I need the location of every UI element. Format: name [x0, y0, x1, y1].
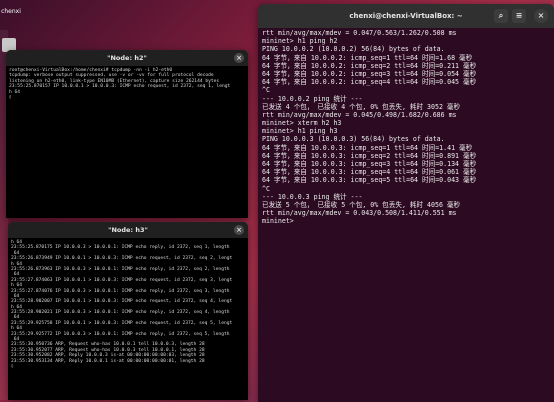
close-icon[interactable]: ×	[234, 53, 244, 63]
main-terminal-titlebar[interactable]: chenxi@chenxi-VirtualBox: ~ ⌕ ≡ ×	[258, 4, 554, 28]
terminal-line: 23:55:26.873949 IP 10.0.0.1 > 10.0.0.3: …	[11, 256, 233, 262]
main-terminal-output[interactable]: rtt min/avg/max/mdev = 0.047/0.563/1.262…	[258, 28, 554, 227]
terminal-line: 已发送 5 个包， 已接收 5 个包, 0% 包丢失, 耗时 4056 毫秒	[262, 200, 461, 209]
terminal-line: 已发送 4 个包， 已接收 4 个包, 0% 包丢失, 耗时 3052 毫秒	[262, 102, 461, 111]
terminal-line: 64 字节，来自 10.0.0.2: icmp_seq=4 ttl=64 时间=…	[262, 78, 477, 87]
terminal-line: 23:55:25.870157 IP 10.0.0.1 > 10.0.0.3: …	[9, 84, 231, 90]
desktop-home-label[interactable]: chenxi	[0, 8, 22, 15]
node-h3-window[interactable]: "Node: h3" × h 64 23:55:25.870175 IP 10.0…	[8, 222, 248, 400]
terminal-line: 64 字节，来自 10.0.0.2: icmp_seq=1 ttl=64 时间=…	[262, 53, 473, 62]
terminal-line: rtt min/avg/max/mdev = 0.045/0.498/1.682…	[262, 110, 457, 119]
menu-icon[interactable]: ≡	[512, 9, 526, 23]
search-icon[interactable]: ⌕	[494, 9, 508, 23]
terminal-line: 64 字节，来自 10.0.0.3: icmp_seq=3 ttl=64 时间=…	[262, 160, 477, 168]
terminal-line: 23:55:29.925772 IP 10.0.0.3 > 10.0.0.1: …	[11, 331, 230, 337]
terminal-line: 23:55:28.902021 IP 10.0.0.3 > 10.0.0.1: …	[11, 310, 230, 316]
terminal-line: 64 字节，来自 10.0.0.3: icmp_seq=1 ttl=64 时间=…	[262, 143, 473, 152]
node-h2-titlebar[interactable]: "Node: h2" ×	[6, 50, 248, 66]
terminal-line: 64 字节，来自 10.0.0.3: icmp_seq=5 ttl=64 时间=…	[262, 176, 477, 185]
terminal-line: 23:55:26.873963 IP 10.0.0.3 > 10.0.0.1: …	[11, 266, 230, 272]
close-icon[interactable]: ×	[534, 9, 548, 23]
terminal-line: 23:55:27.874063 IP 10.0.0.1 > 10.0.0.3: …	[11, 277, 233, 283]
terminal-line: ^C	[262, 184, 270, 193]
terminal-line: 23:55:27.874076 IP 10.0.0.3 > 10.0.0.1: …	[11, 288, 230, 294]
terminal-line: ▯	[11, 363, 14, 369]
close-icon[interactable]: ×	[234, 225, 244, 235]
terminal-line: PING 10.0.0.2 (10.0.0.2) 56(84) bytes of…	[262, 45, 445, 54]
node-h3-titlebar[interactable]: "Node: h3" ×	[8, 222, 248, 238]
terminal-line: 23:55:28.902007 IP 10.0.0.1 > 10.0.0.3: …	[11, 299, 233, 305]
terminal-line: mininet> h1 ping h3	[262, 127, 338, 136]
node-h2-title: "Node: h2"	[107, 54, 147, 62]
terminal-line: --- 10.0.0.2 ping 统计 ---	[262, 94, 363, 103]
terminal-line: 64 字节，来自 10.0.0.2: icmp_seq=3 ttl=64 时间=…	[262, 69, 477, 78]
node-h3-output[interactable]: h 64 23:55:25.870175 IP 10.0.0.3 > 10.0.0…	[8, 238, 248, 400]
terminal-line: 23:55:25.870175 IP 10.0.0.3 > 10.0.0.1: …	[11, 245, 230, 251]
terminal-line: --- 10.0.0.3 ping 统计 ---	[262, 192, 363, 201]
terminal-line: ▯	[9, 94, 12, 100]
terminal-line: tcpdump: verbose output suppressed, use …	[9, 73, 214, 79]
terminal-line: 64 字节，来自 10.0.0.3: icmp_seq=2 ttl=64 时间=…	[262, 151, 477, 160]
node-h2-window[interactable]: "Node: h2" × root@chenxi-VirtualBox:/hom…	[6, 50, 248, 218]
terminal-line: 23:55:29.925758 IP 10.0.0.1 > 10.0.0.3: …	[11, 320, 233, 326]
main-terminal-title: chenxi@chenxi-VirtualBox: ~	[349, 12, 463, 20]
node-h2-output[interactable]: root@chenxi-VirtualBox:/home/chenxi# tcp…	[6, 66, 248, 218]
node-h3-title: "Node: h3"	[108, 226, 148, 234]
terminal-line: rtt min/avg/max/mdev = 0.043/0.508/1.411…	[262, 209, 457, 218]
main-terminal-window[interactable]: chenxi@chenxi-VirtualBox: ~ ⌕ ≡ × rtt mi…	[258, 4, 554, 402]
terminal-line: 64 字节，来自 10.0.0.2: icmp_seq=2 ttl=64 时间=…	[262, 61, 477, 70]
terminal-line: mininet>	[262, 217, 298, 226]
terminal-line: mininet> xterm h2 h3	[262, 119, 342, 128]
terminal-line: mininet> h1 ping h2	[262, 37, 338, 46]
terminal-line: PING 10.0.0.3 (10.0.0.3) 56(84) bytes of…	[262, 135, 445, 144]
terminal-line: ^C	[262, 86, 270, 95]
terminal-line: rtt min/avg/max/mdev = 0.047/0.563/1.262…	[262, 29, 457, 37]
